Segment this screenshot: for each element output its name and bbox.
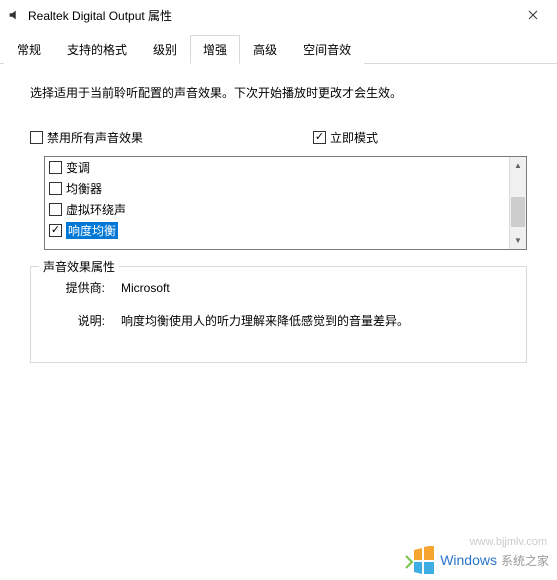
item-label: 变调 <box>66 159 90 176</box>
scroll-up-button[interactable]: ▲ <box>510 157 526 174</box>
tab-enhancements[interactable]: 增强 <box>190 35 240 64</box>
tab-formats[interactable]: 支持的格式 <box>54 35 140 64</box>
item-checkbox[interactable] <box>49 203 62 216</box>
list-items: 变调 均衡器 虚拟环绕声 响度均衡 <box>45 157 509 249</box>
provider-value: Microsoft <box>121 279 170 298</box>
scrollbar[interactable]: ▲ ▼ <box>509 157 526 249</box>
list-item[interactable]: 均衡器 <box>45 178 509 199</box>
description-row: 说明: 响度均衡使用人的听力理解来降低感觉到的音量差异。 <box>51 312 506 331</box>
titlebar: Realtek Digital Output 属性 <box>0 0 557 30</box>
checkbox-box <box>30 131 43 144</box>
item-label: 均衡器 <box>66 180 102 197</box>
properties-groupbox: 声音效果属性 提供商: Microsoft 说明: 响度均衡使用人的听力理解来降… <box>30 266 527 362</box>
checkbox-box <box>313 131 326 144</box>
speaker-icon <box>6 7 22 23</box>
scroll-down-button[interactable]: ▼ <box>510 232 526 249</box>
scroll-thumb[interactable] <box>511 197 525 227</box>
window-title: Realtek Digital Output 属性 <box>28 7 172 24</box>
description-text: 选择适用于当前聆听配置的声音效果。下次开始播放时更改才会生效。 <box>30 84 527 103</box>
tab-content: 选择适用于当前聆听配置的声音效果。下次开始播放时更改才会生效。 禁用所有声音效果… <box>0 64 557 377</box>
watermark-suffix: 系统之家 <box>501 552 549 569</box>
desc-label: 说明: <box>51 312 121 331</box>
disable-all-checkbox[interactable]: 禁用所有声音效果 <box>30 129 143 146</box>
tab-general[interactable]: 常规 <box>4 35 54 64</box>
item-checkbox[interactable] <box>49 161 62 174</box>
tab-levels[interactable]: 级别 <box>140 35 190 64</box>
checkbox-label: 禁用所有声音效果 <box>47 129 143 146</box>
windows-logo-icon <box>404 546 436 574</box>
options-row: 禁用所有声音效果 立即模式 <box>20 129 537 146</box>
provider-row: 提供商: Microsoft <box>51 279 506 298</box>
item-checkbox[interactable] <box>49 224 62 237</box>
effects-listbox: 变调 均衡器 虚拟环绕声 响度均衡 ▲ ▼ <box>44 156 527 250</box>
item-checkbox[interactable] <box>49 182 62 195</box>
desc-value: 响度均衡使用人的听力理解来降低感觉到的音量差异。 <box>121 312 409 331</box>
list-item[interactable]: 响度均衡 <box>45 220 509 241</box>
titlebar-left: Realtek Digital Output 属性 <box>6 7 172 24</box>
immediate-mode-checkbox[interactable]: 立即模式 <box>313 129 378 146</box>
checkbox-label: 立即模式 <box>330 129 378 146</box>
tab-bar: 常规 支持的格式 级别 增强 高级 空间音效 <box>0 34 557 64</box>
item-label: 响度均衡 <box>66 222 118 239</box>
list-item[interactable]: 虚拟环绕声 <box>45 199 509 220</box>
scroll-track[interactable] <box>510 174 526 232</box>
list-item[interactable]: 变调 <box>45 157 509 178</box>
provider-label: 提供商: <box>51 279 121 298</box>
close-button[interactable] <box>517 5 549 25</box>
watermark: Windows系统之家 <box>404 546 549 574</box>
watermark-brand: Windows <box>440 552 497 568</box>
tab-spatial[interactable]: 空间音效 <box>290 35 364 64</box>
tab-advanced[interactable]: 高级 <box>240 35 290 64</box>
group-title: 声音效果属性 <box>39 258 119 275</box>
item-label: 虚拟环绕声 <box>66 201 126 218</box>
